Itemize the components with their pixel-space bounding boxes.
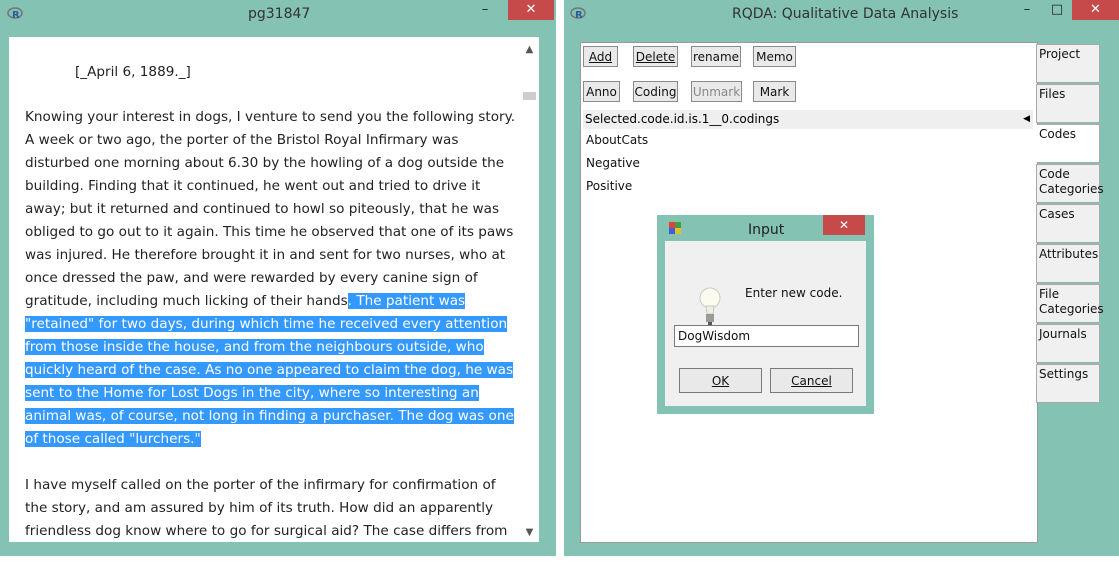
- minimize-button[interactable]: –: [470, 0, 500, 20]
- new-code-input[interactable]: [674, 325, 859, 347]
- ok-button[interactable]: OK: [679, 368, 762, 393]
- maximize-button[interactable]: [500, 0, 508, 20]
- memo-button[interactable]: Memo: [753, 46, 796, 67]
- r-logo-icon: R: [570, 7, 586, 21]
- paragraph-1: Knowing your interest in dogs, I venture…: [25, 106, 517, 451]
- mark-button[interactable]: Mark: [753, 81, 796, 102]
- dialog-close-button[interactable]: ✕: [823, 215, 865, 235]
- lightbulb-icon: [699, 287, 721, 325]
- paragraph-1-text: Knowing your interest in dogs, I venture…: [25, 109, 516, 309]
- scroll-thumb[interactable]: [523, 92, 536, 100]
- code-item-aboutcats[interactable]: AboutCats: [586, 133, 648, 147]
- tab-files[interactable]: Files: [1036, 84, 1100, 123]
- dialog-prompt: Enter new code.: [745, 286, 843, 300]
- rqda-titlebar: R RQDA: Qualitative Data Analysis – □ ✕: [564, 0, 1119, 28]
- cancel-button[interactable]: Cancel: [770, 368, 853, 393]
- tab-code-categories[interactable]: Code Categories: [1036, 164, 1104, 203]
- maximize-button[interactable]: □: [1042, 0, 1072, 20]
- close-button[interactable]: ✕: [508, 0, 554, 20]
- r-logo-icon: R: [7, 7, 23, 21]
- dialog-title: Input: [748, 222, 785, 238]
- sort-arrow-icon: ◀: [1023, 114, 1030, 124]
- codes-list-header[interactable]: Selected.code.id.is.1__0.codings ◀: [583, 110, 1033, 129]
- close-button[interactable]: ✕: [1072, 0, 1119, 20]
- scroll-up-icon[interactable]: ▲: [520, 41, 539, 59]
- tab-journals[interactable]: Journals: [1036, 324, 1100, 363]
- tab-file-categories[interactable]: File Categories: [1036, 284, 1104, 323]
- document-text-area[interactable]: [_April 6, 1889._] Knowing your interest…: [9, 37, 539, 542]
- unmark-button[interactable]: Unmark: [691, 81, 742, 102]
- scroll-down-icon[interactable]: ▼: [520, 524, 539, 542]
- tab-project[interactable]: Project: [1036, 44, 1100, 83]
- add-button[interactable]: Add: [583, 46, 618, 67]
- code-item-positive[interactable]: Positive: [586, 179, 632, 193]
- tab-settings[interactable]: Settings: [1036, 364, 1100, 403]
- tab-attributes[interactable]: Attributes: [1036, 244, 1100, 283]
- svg-text:R: R: [575, 10, 583, 21]
- delete-button[interactable]: Delete: [633, 46, 678, 67]
- app-icon: [669, 222, 681, 234]
- dialog-titlebar: Input ✕: [657, 215, 874, 241]
- rename-button[interactable]: rename: [691, 46, 741, 67]
- document-text[interactable]: [_April 6, 1889._] Knowing your interest…: [25, 61, 517, 542]
- paragraph-2: I have myself called on the porter of th…: [25, 477, 508, 539]
- codes-list-header-label: Selected.code.id.is.1__0.codings: [585, 112, 780, 126]
- document-date: [_April 6, 1889._]: [75, 64, 191, 80]
- document-titlebar: R pg31847 – ✕: [0, 0, 556, 28]
- document-window: R pg31847 – ✕ [_April 6, 1889._] Knowing…: [0, 0, 556, 556]
- selected-text[interactable]: . The patient was "retained" for two day…: [25, 293, 514, 447]
- vertical-scrollbar[interactable]: ▲ ▼: [520, 37, 539, 542]
- tab-codes[interactable]: Codes: [1036, 124, 1100, 163]
- svg-text:R: R: [12, 10, 20, 21]
- rqda-title: RQDA: Qualitative Data Analysis: [732, 6, 959, 22]
- coding-button[interactable]: Coding: [633, 81, 678, 102]
- document-title: pg31847: [248, 6, 311, 22]
- code-item-negative[interactable]: Negative: [586, 156, 640, 170]
- tab-cases[interactable]: Cases: [1036, 204, 1100, 243]
- anno-button[interactable]: Anno: [583, 81, 620, 102]
- minimize-button[interactable]: –: [1012, 0, 1042, 20]
